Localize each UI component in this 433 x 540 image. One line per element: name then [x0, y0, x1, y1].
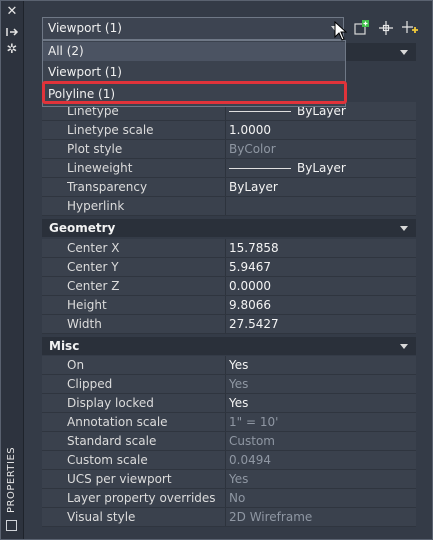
property-row-layer-overrides[interactable]: Layer property overrides No [42, 489, 416, 508]
section-header-misc[interactable]: Misc [42, 337, 416, 355]
property-name: Lineweight [67, 161, 133, 175]
property-name: On [67, 358, 85, 372]
property-row-center-z[interactable]: Center Z 0.0000 [42, 277, 416, 296]
property-row-center-x[interactable]: Center X 15.7858 [42, 239, 416, 258]
dropdown-option-all[interactable]: All (2) [43, 42, 345, 61]
pickadd-toggle-icon[interactable] [401, 19, 419, 37]
property-name: Linetype scale [67, 123, 154, 137]
property-value: Yes [229, 472, 249, 486]
property-name: Plot style [67, 142, 123, 156]
property-value: 2D Wireframe [229, 510, 313, 524]
properties-icon[interactable] [6, 520, 17, 531]
selector-value: Viewport (1) [48, 21, 122, 35]
dropdown-option-viewport[interactable]: Viewport (1) [43, 63, 345, 82]
chevron-down-icon [400, 50, 408, 55]
section-header-geometry[interactable]: Geometry [42, 219, 416, 237]
property-name: Display locked [67, 396, 154, 410]
property-value [229, 197, 411, 215]
property-row-ucs-per-viewport[interactable]: UCS per viewport Yes [42, 470, 416, 489]
chevron-down-icon [400, 226, 408, 231]
property-name: Center Y [67, 260, 119, 274]
select-objects-icon[interactable] [377, 19, 395, 37]
object-type-selector[interactable]: Viewport (1) [42, 17, 344, 40]
property-row-hyperlink[interactable]: Hyperlink [42, 197, 416, 216]
property-name: Hyperlink [67, 199, 125, 213]
property-row-center-y[interactable]: Center Y 5.9467 [42, 258, 416, 277]
property-value: Yes [229, 358, 249, 372]
property-name: Center Z [67, 279, 120, 293]
close-icon[interactable]: ✕ [4, 5, 20, 19]
property-name: Transparency [67, 180, 148, 194]
property-row-linetype-scale[interactable]: Linetype scale 1.0000 [42, 121, 416, 140]
property-value: Custom [229, 434, 275, 448]
property-row-transparency[interactable]: Transparency ByLayer [42, 178, 416, 197]
property-name: Clipped [67, 377, 113, 391]
property-row-clipped[interactable]: Clipped Yes [42, 375, 416, 394]
property-name: Width [67, 317, 102, 331]
property-row-standard-scale[interactable]: Standard scale Custom [42, 432, 416, 451]
property-row-custom-scale[interactable]: Custom scale 0.0494 [42, 451, 416, 470]
property-row-plot-style[interactable]: Plot style ByColor [42, 140, 416, 159]
property-value: ByLayer [229, 159, 411, 177]
property-name: Standard scale [67, 434, 157, 448]
property-name: Layer property overrides [67, 491, 216, 505]
property-value: ByLayer [229, 180, 278, 194]
palette-title: PROPERTIES [6, 446, 17, 513]
settings-gear-icon[interactable]: ✲ [4, 43, 20, 57]
property-value: 0.0494 [229, 453, 271, 467]
property-row-display-locked[interactable]: Display locked Yes [42, 394, 416, 413]
property-name: Height [67, 298, 107, 312]
property-value: 9.8066 [229, 298, 271, 312]
property-row-width[interactable]: Width 27.5427 [42, 315, 416, 334]
property-value: 1.0000 [229, 123, 271, 137]
property-row-annotation-scale[interactable]: Annotation scale 1" = 10' [42, 413, 416, 432]
property-row-lineweight[interactable]: Lineweight ByLayer [42, 159, 416, 178]
property-name: Annotation scale [67, 415, 168, 429]
property-value: ByColor [229, 142, 276, 156]
property-value: 5.9467 [229, 260, 271, 274]
property-value: 0.0000 [229, 279, 271, 293]
mouse-cursor-icon [334, 21, 348, 41]
property-value: 27.5427 [229, 317, 279, 331]
chevron-down-icon [400, 344, 408, 349]
property-name: Center X [67, 241, 120, 255]
property-value: 15.7858 [229, 241, 279, 255]
scrollbar[interactable] [417, 41, 432, 539]
properties-palette: ✕ ✲ PROPERTIES Viewport (1) All (2) View… [0, 0, 433, 540]
property-row-height[interactable]: Height 9.8066 [42, 296, 416, 315]
property-name: Visual style [67, 510, 136, 524]
property-row-visual-style[interactable]: Visual style 2D Wireframe [42, 508, 416, 527]
property-value: 1" = 10' [229, 415, 279, 429]
property-value: Yes [229, 396, 249, 410]
property-value: Yes [229, 377, 249, 391]
property-name: Custom scale [67, 453, 148, 467]
auto-hide-icon[interactable] [4, 25, 20, 39]
highlight-box [42, 81, 347, 104]
property-row-on[interactable]: On Yes [42, 356, 416, 375]
property-value: No [229, 491, 246, 505]
property-name: UCS per viewport [67, 472, 172, 486]
quick-select-icon[interactable] [353, 19, 371, 37]
palette-title-bar[interactable]: ✕ ✲ PROPERTIES [1, 1, 24, 539]
